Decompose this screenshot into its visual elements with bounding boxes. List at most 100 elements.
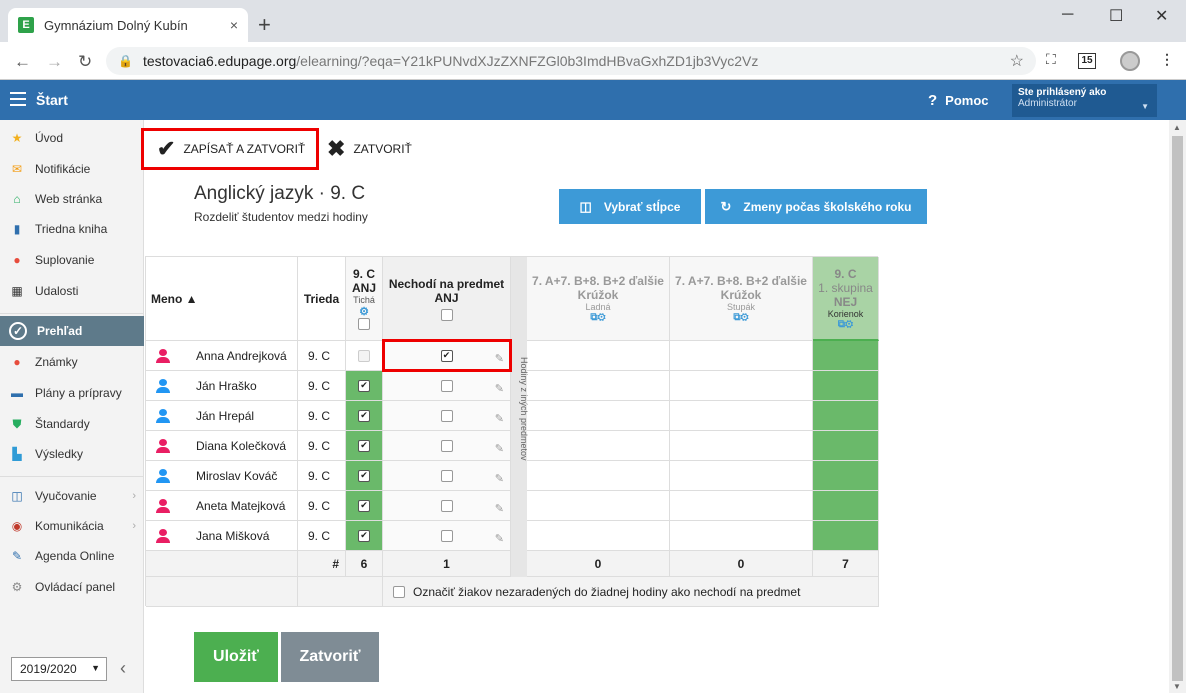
sidebar-item-notifikacie[interactable]: ✉ Notifikácie [0, 154, 144, 184]
start-menu-label[interactable]: Štart [36, 92, 68, 108]
kruzok-2-cell[interactable] [670, 431, 813, 461]
kruzok-2-cell[interactable] [670, 521, 813, 551]
not-subject-checkbox[interactable] [440, 409, 453, 422]
mark-unassigned-row[interactable]: Označiť žiakov nezaradených do žiadnej h… [383, 577, 879, 607]
kruzok-1-cell[interactable] [527, 371, 670, 401]
close-window-icon[interactable]: ✕ [1155, 6, 1168, 26]
url-input[interactable]: 🔒 testovacia6.edupage.org /elearning/?eq… [106, 47, 1036, 75]
sidebar-item-suplovanie[interactable]: ● Suplovanie [0, 245, 144, 275]
close-button[interactable]: ✖ ZATVORIŤ [327, 134, 412, 164]
copy-gear-icon[interactable]: ⧉⚙ [590, 312, 605, 323]
not-subject-cell[interactable]: ✎ [383, 461, 511, 491]
not-subject-checkbox[interactable] [440, 379, 453, 392]
help-link[interactable]: ? Pomoc [928, 92, 989, 109]
sidebar-item-triedna-kniha[interactable]: ▮ Triedna kniha [0, 214, 144, 244]
nej-cell[interactable] [813, 461, 879, 491]
group-cell[interactable]: ✔ [346, 521, 383, 551]
notsubject-select-all-checkbox[interactable] [440, 308, 453, 321]
save-button[interactable]: Uložiť [194, 632, 278, 682]
not-subject-checkbox[interactable] [440, 469, 453, 482]
minimize-icon[interactable]: ─ [1062, 6, 1073, 24]
reload-icon[interactable]: ↻ [78, 52, 92, 72]
calendar-ext-icon[interactable]: 15 [1078, 53, 1096, 69]
kruzok-2-cell[interactable] [670, 341, 813, 371]
group-cell[interactable]: ✔ [346, 491, 383, 521]
column-header-name[interactable]: Meno ▲ [146, 257, 298, 341]
kruzok-1-cell[interactable] [527, 341, 670, 371]
sidebar-item-uvod[interactable]: ★ Úvod [0, 123, 144, 153]
select-columns-button[interactable]: ◫ Vybrať stĺpce [559, 189, 701, 224]
kruzok-1-cell[interactable] [527, 491, 670, 521]
kruzok-2-cell[interactable] [670, 401, 813, 431]
sidebar-item-vyucovanie[interactable]: ◫ Vyučovanie › [0, 481, 144, 511]
not-subject-checkbox[interactable] [440, 499, 453, 512]
sidebar-item-standardy[interactable]: ⛊ Štandardy [0, 409, 144, 439]
group-checkbox[interactable]: ✔ [358, 379, 370, 392]
year-changes-button[interactable]: ↻ Zmeny počas školského roku [705, 189, 927, 224]
kruzok-1-cell[interactable] [527, 431, 670, 461]
kruzok-2-cell[interactable] [670, 371, 813, 401]
school-year-select[interactable]: 2019/2020 ▼ [11, 657, 107, 681]
new-tab-icon[interactable]: + [258, 12, 271, 38]
sidebar-item-udalosti[interactable]: ▦ Udalosti [0, 276, 144, 306]
other-subjects-strip[interactable]: Hodiny z iných predmetov [511, 257, 529, 577]
sidebar-item-prehlad[interactable]: ✓ Prehľad [0, 316, 144, 346]
group-cell[interactable]: ✔ [346, 461, 383, 491]
group-checkbox[interactable]: ✔ [358, 499, 370, 512]
forward-icon[interactable]: → [46, 52, 63, 72]
scroll-down-icon[interactable]: ▼ [1173, 682, 1181, 691]
close-tab-icon[interactable]: × [230, 17, 238, 33]
not-subject-cell[interactable]: ✎ [383, 401, 511, 431]
kruzok-2-cell[interactable] [670, 461, 813, 491]
group-cell[interactable]: ✔ [346, 401, 383, 431]
sidebar-item-vysledky[interactable]: ▙ Výsledky [0, 439, 144, 469]
sidebar-item-agenda[interactable]: ✎ Agenda Online [0, 541, 144, 571]
sidebar-item-komunikacia[interactable]: ◉ Komunikácia › [0, 511, 144, 541]
group-checkbox[interactable]: ✔ [358, 439, 370, 452]
group-cell[interactable]: ✔ [346, 431, 383, 461]
nej-cell[interactable] [813, 521, 879, 551]
pencil-icon[interactable]: ✎ [495, 502, 504, 515]
not-subject-checkbox[interactable] [440, 529, 453, 542]
pencil-icon[interactable]: ✎ [495, 472, 504, 485]
pencil-icon[interactable]: ✎ [495, 532, 504, 545]
browser-tab[interactable]: E Gymnázium Dolný Kubín × [8, 8, 248, 42]
scrollbar-thumb[interactable] [1172, 136, 1183, 681]
pencil-icon[interactable]: ✎ [495, 382, 504, 395]
copy-gear-icon[interactable]: ⧉⚙ [838, 319, 853, 330]
kruzok-1-cell[interactable] [527, 401, 670, 431]
profile-avatar[interactable] [1120, 51, 1140, 71]
gear-icon[interactable]: ⚙ [359, 305, 369, 318]
pencil-icon[interactable]: ✎ [495, 442, 504, 455]
not-subject-cell[interactable]: ✎ [383, 431, 511, 461]
mark-unassigned-checkbox[interactable] [393, 585, 405, 598]
group-select-all-checkbox[interactable] [358, 318, 370, 330]
kruzok-1-cell[interactable] [527, 521, 670, 551]
hamburger-icon[interactable] [10, 92, 26, 106]
page-scrollbar[interactable]: ▲ ▼ [1169, 120, 1186, 693]
nej-cell[interactable] [813, 431, 879, 461]
group-checkbox[interactable]: ✔ [358, 529, 370, 542]
group-checkbox[interactable]: ✔ [358, 469, 370, 482]
pencil-icon[interactable]: ✎ [495, 412, 504, 425]
copy-gear-icon[interactable]: ⧉⚙ [733, 312, 748, 323]
nej-cell[interactable] [813, 341, 879, 371]
kebab-menu-icon[interactable]: ⋮ [1160, 51, 1174, 68]
group-checkbox[interactable] [358, 349, 370, 362]
bookmark-star-icon[interactable]: ☆ [1010, 51, 1024, 71]
sidebar-item-ovladaci-panel[interactable]: ⚙ Ovládací panel [0, 572, 144, 602]
not-subject-checkbox[interactable] [440, 439, 453, 452]
collapse-sidebar-icon[interactable]: ‹ [120, 658, 126, 679]
save-and-close-button[interactable]: ✔ ZAPÍSAŤ A ZATVORIŤ [157, 134, 305, 164]
kruzok-2-cell[interactable] [670, 491, 813, 521]
nej-cell[interactable] [813, 371, 879, 401]
not-subject-cell[interactable]: ✎ [383, 371, 511, 401]
close-bottom-button[interactable]: Zatvoriť [281, 632, 379, 682]
nej-cell[interactable] [813, 401, 879, 431]
maximize-icon[interactable]: ☐ [1109, 6, 1123, 26]
screenshot-ext-icon[interactable]: ⛶ [1046, 51, 1056, 68]
not-subject-cell[interactable]: ✎ [383, 521, 511, 551]
group-cell[interactable] [346, 341, 383, 371]
group-cell[interactable]: ✔ [346, 371, 383, 401]
nej-cell[interactable] [813, 491, 879, 521]
